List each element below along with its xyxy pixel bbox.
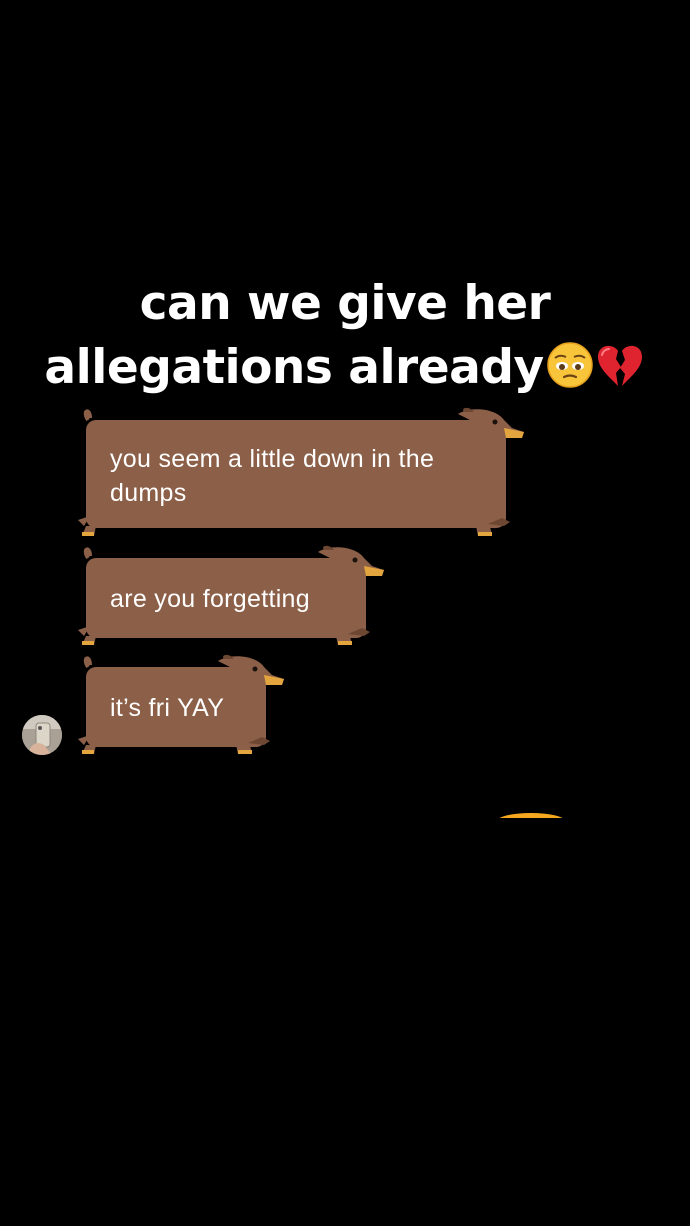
avatar-photo-icon [22,715,62,755]
message-bubble-1[interactable]: you seem a little down in the dumps [78,407,526,538]
typing-indicator-shape [499,813,563,818]
caption-line-1: can we give her [139,276,551,331]
typing-indicator [496,808,566,818]
profile-avatar[interactable] [22,715,62,755]
broken-heart-icon [597,345,642,386]
caption-line-2: allegations already [0,336,690,400]
caption-line-2-text: allegations already [44,340,544,395]
message-text-3: it’s fri YAY [110,694,225,722]
video-caption: can we give her allegations already [0,272,690,400]
message-bubble-3[interactable]: it’s fri YAY [78,654,284,755]
message-text-2: are you forgetting [110,585,310,613]
pensive-face-icon [546,342,593,388]
message-bubble-2[interactable]: are you forgetting [78,545,384,646]
message-text-1: you seem a little down in the dumps [110,445,435,507]
